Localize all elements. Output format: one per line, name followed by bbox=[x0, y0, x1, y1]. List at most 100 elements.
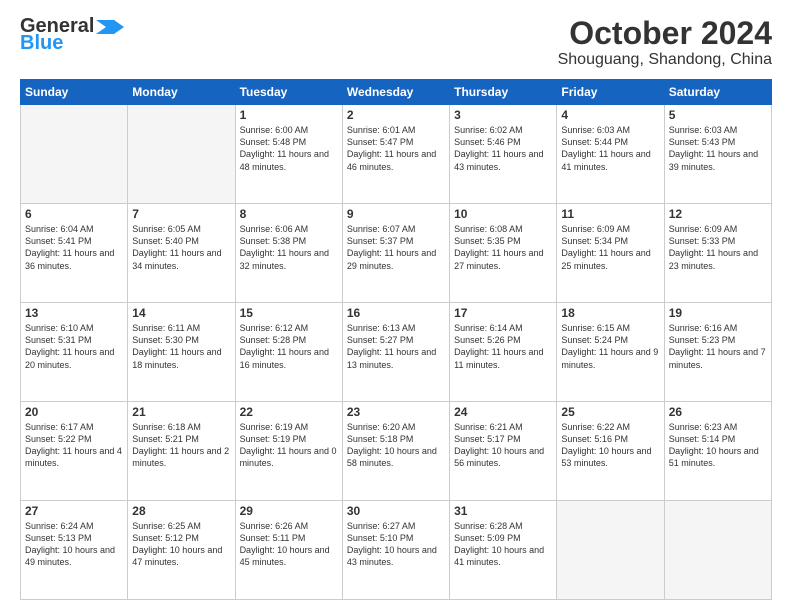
cell-info: Sunrise: 6:05 AMSunset: 5:40 PMDaylight:… bbox=[132, 223, 230, 272]
cell-info: Sunrise: 6:27 AMSunset: 5:10 PMDaylight:… bbox=[347, 520, 445, 569]
day-number: 26 bbox=[669, 405, 767, 419]
day-number: 6 bbox=[25, 207, 123, 221]
logo: General Blue bbox=[20, 16, 124, 55]
cell-info: Sunrise: 6:10 AMSunset: 5:31 PMDaylight:… bbox=[25, 322, 123, 371]
cell-info: Sunrise: 6:23 AMSunset: 5:14 PMDaylight:… bbox=[669, 421, 767, 470]
day-number: 19 bbox=[669, 306, 767, 320]
calendar-cell: 6 Sunrise: 6:04 AMSunset: 5:41 PMDaylight… bbox=[21, 204, 128, 303]
calendar-week-row: 20 Sunrise: 6:17 AMSunset: 5:22 PMDayligh… bbox=[21, 402, 772, 501]
calendar-cell: 30 Sunrise: 6:27 AMSunset: 5:10 PMDayligh… bbox=[342, 501, 449, 600]
calendar-cell: 27 Sunrise: 6:24 AMSunset: 5:13 PMDayligh… bbox=[21, 501, 128, 600]
cell-info: Sunrise: 6:18 AMSunset: 5:21 PMDaylight:… bbox=[132, 421, 230, 470]
calendar-cell: 16 Sunrise: 6:13 AMSunset: 5:27 PMDayligh… bbox=[342, 303, 449, 402]
calendar-cell: 29Sunrise: 6:26 AMSunset: 5:11 PMDayligh… bbox=[235, 501, 342, 600]
location: Shouguang, Shandong, China bbox=[558, 51, 772, 69]
cell-info: Sunrise: 6:12 AMSunset: 5:28 PMDaylight:… bbox=[240, 322, 338, 371]
calendar-cell: 31Sunrise: 6:28 AMSunset: 5:09 PMDayligh… bbox=[450, 501, 557, 600]
calendar-cell: 8Sunrise: 6:06 AMSunset: 5:38 PMDaylight… bbox=[235, 204, 342, 303]
calendar-table: SundayMondayTuesdayWednesdayThursdayFrid… bbox=[20, 79, 772, 600]
day-number: 27 bbox=[25, 504, 123, 518]
calendar-cell bbox=[664, 501, 771, 600]
calendar-day-header: Sunday bbox=[21, 80, 128, 105]
cell-info: Sunrise: 6:26 AMSunset: 5:11 PMDaylight:… bbox=[240, 520, 338, 569]
calendar-cell: 17Sunrise: 6:14 AMSunset: 5:26 PMDayligh… bbox=[450, 303, 557, 402]
cell-info: Sunrise: 6:13 AMSunset: 5:27 PMDaylight:… bbox=[347, 322, 445, 371]
calendar-cell: 26 Sunrise: 6:23 AMSunset: 5:14 PMDayligh… bbox=[664, 402, 771, 501]
cell-info: Sunrise: 6:24 AMSunset: 5:13 PMDaylight:… bbox=[25, 520, 123, 569]
day-number: 9 bbox=[347, 207, 445, 221]
day-number: 23 bbox=[347, 405, 445, 419]
calendar-day-header: Friday bbox=[557, 80, 664, 105]
cell-info: Sunrise: 6:15 AMSunset: 5:24 PMDaylight:… bbox=[561, 322, 659, 371]
calendar-cell: 24Sunrise: 6:21 AMSunset: 5:17 PMDayligh… bbox=[450, 402, 557, 501]
calendar-cell: 3 Sunrise: 6:02 AMSunset: 5:46 PMDaylight… bbox=[450, 105, 557, 204]
calendar-day-header: Tuesday bbox=[235, 80, 342, 105]
day-number: 20 bbox=[25, 405, 123, 419]
logo-blue-text: Blue bbox=[20, 32, 63, 55]
calendar-cell: 25 Sunrise: 6:22 AMSunset: 5:16 PMDayligh… bbox=[557, 402, 664, 501]
cell-info: Sunrise: 6:04 AMSunset: 5:41 PMDaylight:… bbox=[25, 223, 123, 272]
calendar-cell: 11Sunrise: 6:09 AMSunset: 5:34 PMDayligh… bbox=[557, 204, 664, 303]
calendar-cell bbox=[21, 105, 128, 204]
calendar-cell: 18 Sunrise: 6:15 AMSunset: 5:24 PMDayligh… bbox=[557, 303, 664, 402]
calendar-day-header: Saturday bbox=[664, 80, 771, 105]
day-number: 11 bbox=[561, 207, 659, 221]
day-number: 18 bbox=[561, 306, 659, 320]
day-number: 12 bbox=[669, 207, 767, 221]
cell-info: Sunrise: 6:00 AMSunset: 5:48 PMDaylight:… bbox=[240, 124, 338, 173]
day-number: 21 bbox=[132, 405, 230, 419]
cell-info: Sunrise: 6:19 AMSunset: 5:19 PMDaylight:… bbox=[240, 421, 338, 470]
month-title: October 2024 bbox=[558, 16, 772, 51]
day-number: 1 bbox=[240, 108, 338, 122]
calendar-cell: 23 Sunrise: 6:20 AMSunset: 5:18 PMDayligh… bbox=[342, 402, 449, 501]
day-number: 8 bbox=[240, 207, 338, 221]
calendar-cell: 22 Sunrise: 6:19 AMSunset: 5:19 PMDayligh… bbox=[235, 402, 342, 501]
calendar-week-row: 1 Sunrise: 6:00 AMSunset: 5:48 PMDaylight… bbox=[21, 105, 772, 204]
calendar-header-row: SundayMondayTuesdayWednesdayThursdayFrid… bbox=[21, 80, 772, 105]
day-number: 2 bbox=[347, 108, 445, 122]
day-number: 13 bbox=[25, 306, 123, 320]
cell-info: Sunrise: 6:17 AMSunset: 5:22 PMDaylight:… bbox=[25, 421, 123, 470]
calendar-cell: 2 Sunrise: 6:01 AMSunset: 5:47 PMDaylight… bbox=[342, 105, 449, 204]
calendar-cell: 10 Sunrise: 6:08 AMSunset: 5:35 PMDayligh… bbox=[450, 204, 557, 303]
header: General Blue October 2024 Shouguang, Sha… bbox=[20, 16, 772, 69]
calendar-cell: 4Sunrise: 6:03 AMSunset: 5:44 PMDaylight… bbox=[557, 105, 664, 204]
day-number: 22 bbox=[240, 405, 338, 419]
day-number: 30 bbox=[347, 504, 445, 518]
day-number: 28 bbox=[132, 504, 230, 518]
cell-info: Sunrise: 6:01 AMSunset: 5:47 PMDaylight:… bbox=[347, 124, 445, 173]
day-number: 5 bbox=[669, 108, 767, 122]
cell-info: Sunrise: 6:03 AMSunset: 5:43 PMDaylight:… bbox=[669, 124, 767, 173]
calendar-cell: 12 Sunrise: 6:09 AMSunset: 5:33 PMDayligh… bbox=[664, 204, 771, 303]
cell-info: Sunrise: 6:16 AMSunset: 5:23 PMDaylight:… bbox=[669, 322, 767, 371]
cell-info: Sunrise: 6:02 AMSunset: 5:46 PMDaylight:… bbox=[454, 124, 552, 173]
cell-info: Sunrise: 6:22 AMSunset: 5:16 PMDaylight:… bbox=[561, 421, 659, 470]
calendar-cell: 14 Sunrise: 6:11 AMSunset: 5:30 PMDayligh… bbox=[128, 303, 235, 402]
calendar-cell: 15 Sunrise: 6:12 AMSunset: 5:28 PMDayligh… bbox=[235, 303, 342, 402]
day-number: 3 bbox=[454, 108, 552, 122]
calendar-cell: 1 Sunrise: 6:00 AMSunset: 5:48 PMDaylight… bbox=[235, 105, 342, 204]
calendar-cell: 21 Sunrise: 6:18 AMSunset: 5:21 PMDayligh… bbox=[128, 402, 235, 501]
cell-info: Sunrise: 6:08 AMSunset: 5:35 PMDaylight:… bbox=[454, 223, 552, 272]
day-number: 10 bbox=[454, 207, 552, 221]
calendar-cell bbox=[128, 105, 235, 204]
day-number: 25 bbox=[561, 405, 659, 419]
day-number: 14 bbox=[132, 306, 230, 320]
day-number: 4 bbox=[561, 108, 659, 122]
calendar-cell: 7 Sunrise: 6:05 AMSunset: 5:40 PMDaylight… bbox=[128, 204, 235, 303]
cell-info: Sunrise: 6:25 AMSunset: 5:12 PMDaylight:… bbox=[132, 520, 230, 569]
calendar-cell: 20 Sunrise: 6:17 AMSunset: 5:22 PMDayligh… bbox=[21, 402, 128, 501]
title-block: October 2024 Shouguang, Shandong, China bbox=[558, 16, 772, 69]
day-number: 16 bbox=[347, 306, 445, 320]
day-number: 24 bbox=[454, 405, 552, 419]
day-number: 31 bbox=[454, 504, 552, 518]
cell-info: Sunrise: 6:09 AMSunset: 5:33 PMDaylight:… bbox=[669, 223, 767, 272]
cell-info: Sunrise: 6:11 AMSunset: 5:30 PMDaylight:… bbox=[132, 322, 230, 371]
calendar-cell: 5 Sunrise: 6:03 AMSunset: 5:43 PMDaylight… bbox=[664, 105, 771, 204]
cell-info: Sunrise: 6:07 AMSunset: 5:37 PMDaylight:… bbox=[347, 223, 445, 272]
cell-info: Sunrise: 6:20 AMSunset: 5:18 PMDaylight:… bbox=[347, 421, 445, 470]
calendar-cell: 13 Sunrise: 6:10 AMSunset: 5:31 PMDayligh… bbox=[21, 303, 128, 402]
calendar-week-row: 6 Sunrise: 6:04 AMSunset: 5:41 PMDaylight… bbox=[21, 204, 772, 303]
day-number: 7 bbox=[132, 207, 230, 221]
day-number: 15 bbox=[240, 306, 338, 320]
